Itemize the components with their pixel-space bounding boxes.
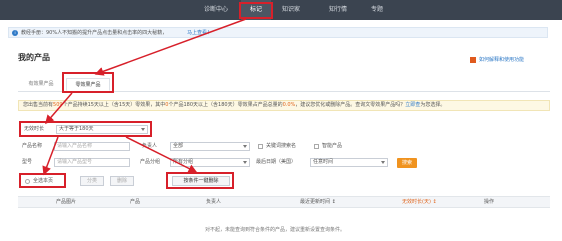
arrow-tab-to-filter bbox=[45, 92, 73, 125]
arrow-nav-to-tab bbox=[94, 18, 247, 76]
annotation-arrows bbox=[42, 18, 247, 176]
arrow-filter-to-select-all bbox=[42, 136, 59, 176]
arrow-filter-to-delete bbox=[125, 136, 198, 173]
